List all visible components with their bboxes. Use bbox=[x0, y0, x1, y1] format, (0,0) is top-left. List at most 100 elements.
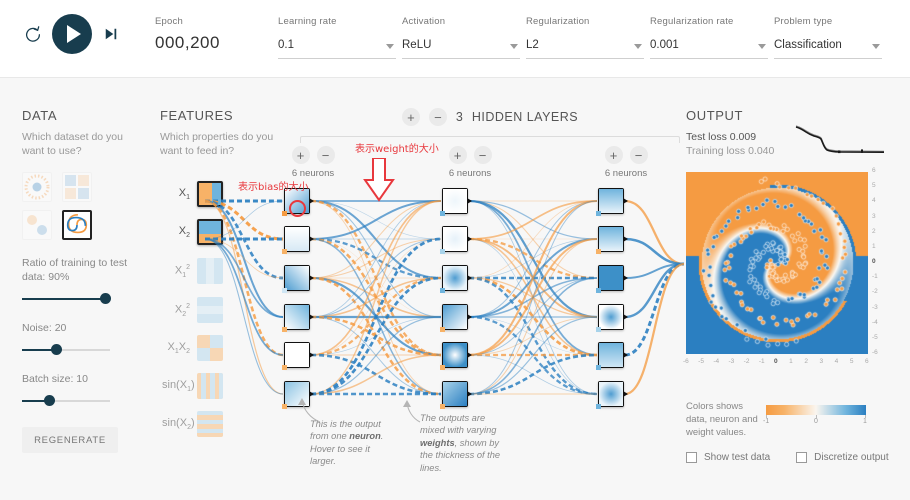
connection-line bbox=[310, 199, 442, 241]
connection-line bbox=[310, 315, 442, 357]
feature-thumbnail[interactable] bbox=[197, 335, 223, 361]
add-neuron-layer-3[interactable]: + bbox=[604, 146, 623, 164]
neuron-bias-indicator bbox=[282, 249, 287, 254]
neuron-l3-n5[interactable] bbox=[596, 342, 628, 370]
feature-thumbnail[interactable] bbox=[197, 373, 223, 399]
neuron-l2-n1[interactable] bbox=[440, 188, 472, 216]
feature-thumbnail[interactable] bbox=[197, 297, 223, 323]
connection-line bbox=[310, 276, 442, 357]
remove-neuron-layer-2[interactable]: − bbox=[473, 146, 492, 164]
neuron-l3-n3[interactable] bbox=[596, 265, 628, 293]
neuron-l1-n5[interactable] bbox=[282, 342, 314, 370]
neuron-l2-n4[interactable] bbox=[440, 304, 472, 332]
feature-thumbnail[interactable] bbox=[197, 219, 223, 245]
neuron-l2-n5[interactable] bbox=[440, 342, 472, 370]
discretize-output-checkbox[interactable]: Discretize output bbox=[796, 452, 889, 463]
dataset-xor[interactable] bbox=[62, 172, 92, 202]
connection-line bbox=[310, 238, 442, 356]
feature-output-connector bbox=[221, 229, 223, 235]
slider-knob[interactable] bbox=[51, 344, 62, 355]
noise-slider[interactable] bbox=[22, 344, 134, 356]
neuron-l2-n2[interactable] bbox=[440, 226, 472, 254]
dataset-spiral[interactable] bbox=[62, 210, 92, 240]
reset-icon[interactable] bbox=[22, 23, 44, 45]
connection-line bbox=[310, 238, 442, 318]
noise-slider-block: Noise: 20 bbox=[22, 321, 134, 356]
neuron-output-connector bbox=[309, 275, 314, 281]
heatmap-y-tick: 2 bbox=[872, 227, 876, 235]
feature-thumbnail[interactable] bbox=[197, 181, 223, 207]
heatmap-y-tick: 1 bbox=[872, 242, 876, 250]
connection-line bbox=[468, 238, 598, 395]
connection-line bbox=[468, 353, 598, 396]
dataset-gaussian[interactable] bbox=[22, 210, 52, 240]
regenerate-button[interactable]: REGENERATE bbox=[22, 427, 118, 453]
chevron-down-icon[interactable] bbox=[758, 44, 766, 49]
neuron-output-thumbnail bbox=[599, 227, 623, 251]
output-options: Show test data Discretize output bbox=[686, 452, 889, 463]
connection-line bbox=[310, 237, 442, 357]
connection-line bbox=[468, 316, 598, 356]
show-test-data-checkbox[interactable]: Show test data bbox=[686, 452, 770, 463]
regularization-rate-select[interactable]: 0.001 bbox=[650, 35, 768, 59]
heatmap-y-tick: -5 bbox=[872, 333, 878, 341]
connection-line bbox=[468, 200, 598, 279]
neuron-l3-n4[interactable] bbox=[596, 304, 628, 332]
neuron-l3-n2[interactable] bbox=[596, 226, 628, 254]
chevron-down-icon[interactable] bbox=[510, 44, 518, 49]
neuron-l1-n2[interactable] bbox=[282, 226, 314, 254]
batch-size-slider[interactable] bbox=[22, 395, 134, 407]
heatmap-x-tick: 1 bbox=[789, 358, 793, 365]
features-panel: FEATURES Which properties do you want to… bbox=[160, 108, 290, 158]
connection-line bbox=[468, 237, 598, 319]
remove-neuron-layer-1[interactable]: − bbox=[316, 146, 335, 164]
bias-highlight-circle bbox=[289, 200, 306, 217]
learning-rate-select[interactable]: 0.1 bbox=[278, 35, 396, 59]
feature-row: X1X2 bbox=[162, 335, 223, 361]
chevron-down-icon[interactable] bbox=[634, 44, 642, 49]
play-button[interactable] bbox=[52, 14, 92, 54]
output-heatmap[interactable] bbox=[686, 172, 868, 354]
layer-2-neuron-count: 6 neurons bbox=[448, 168, 492, 179]
remove-layer-button[interactable]: − bbox=[428, 108, 447, 126]
neuron-l2-n3[interactable] bbox=[440, 265, 472, 293]
checkbox-icon[interactable] bbox=[686, 452, 697, 463]
connection-line bbox=[468, 316, 598, 395]
connection-line bbox=[310, 316, 442, 395]
checkbox-icon[interactable] bbox=[796, 452, 808, 463]
add-neuron-layer-2[interactable]: + bbox=[448, 146, 467, 164]
neuron-output-connector bbox=[467, 198, 472, 204]
neuron-l3-n1[interactable] bbox=[596, 188, 628, 216]
neuron-l1-n4[interactable] bbox=[282, 304, 314, 332]
heatmap-y-tick: -3 bbox=[872, 303, 878, 311]
problem-type-select[interactable]: Classification bbox=[774, 35, 882, 59]
regularization-rate-control: Regularization rate 0.001 bbox=[650, 16, 768, 59]
heatmap-y-tick: -2 bbox=[872, 288, 878, 296]
add-layer-button[interactable]: + bbox=[401, 108, 420, 126]
dataset-circle[interactable] bbox=[22, 172, 52, 202]
heatmap-y-tick: 4 bbox=[872, 197, 876, 205]
step-forward-icon[interactable] bbox=[100, 23, 122, 45]
ratio-slider[interactable] bbox=[22, 293, 134, 305]
remove-neuron-layer-3[interactable]: − bbox=[629, 146, 648, 164]
slider-knob[interactable] bbox=[100, 293, 111, 304]
feature-thumbnail[interactable] bbox=[197, 411, 223, 437]
connection-line bbox=[624, 263, 685, 279]
add-neuron-layer-1[interactable]: + bbox=[291, 146, 310, 164]
activation-select[interactable]: ReLU bbox=[402, 35, 520, 59]
chevron-down-icon[interactable] bbox=[386, 44, 394, 49]
slider-knob[interactable] bbox=[44, 395, 55, 406]
connection-line bbox=[468, 238, 598, 279]
connection-line bbox=[468, 237, 598, 280]
connection-line bbox=[468, 199, 598, 319]
regularization-select[interactable]: L2 bbox=[526, 35, 644, 59]
neuron-bias-indicator bbox=[596, 249, 601, 254]
heatmap-canvas[interactable] bbox=[686, 172, 868, 354]
neuron-l3-n6[interactable] bbox=[596, 381, 628, 409]
learning-rate-label: Learning rate bbox=[278, 16, 337, 27]
connection-line bbox=[468, 315, 598, 396]
chevron-down-icon[interactable] bbox=[872, 44, 880, 49]
feature-thumbnail[interactable] bbox=[197, 258, 223, 284]
neuron-l1-n3[interactable] bbox=[282, 265, 314, 293]
neuron-l2-n6[interactable] bbox=[440, 381, 472, 409]
